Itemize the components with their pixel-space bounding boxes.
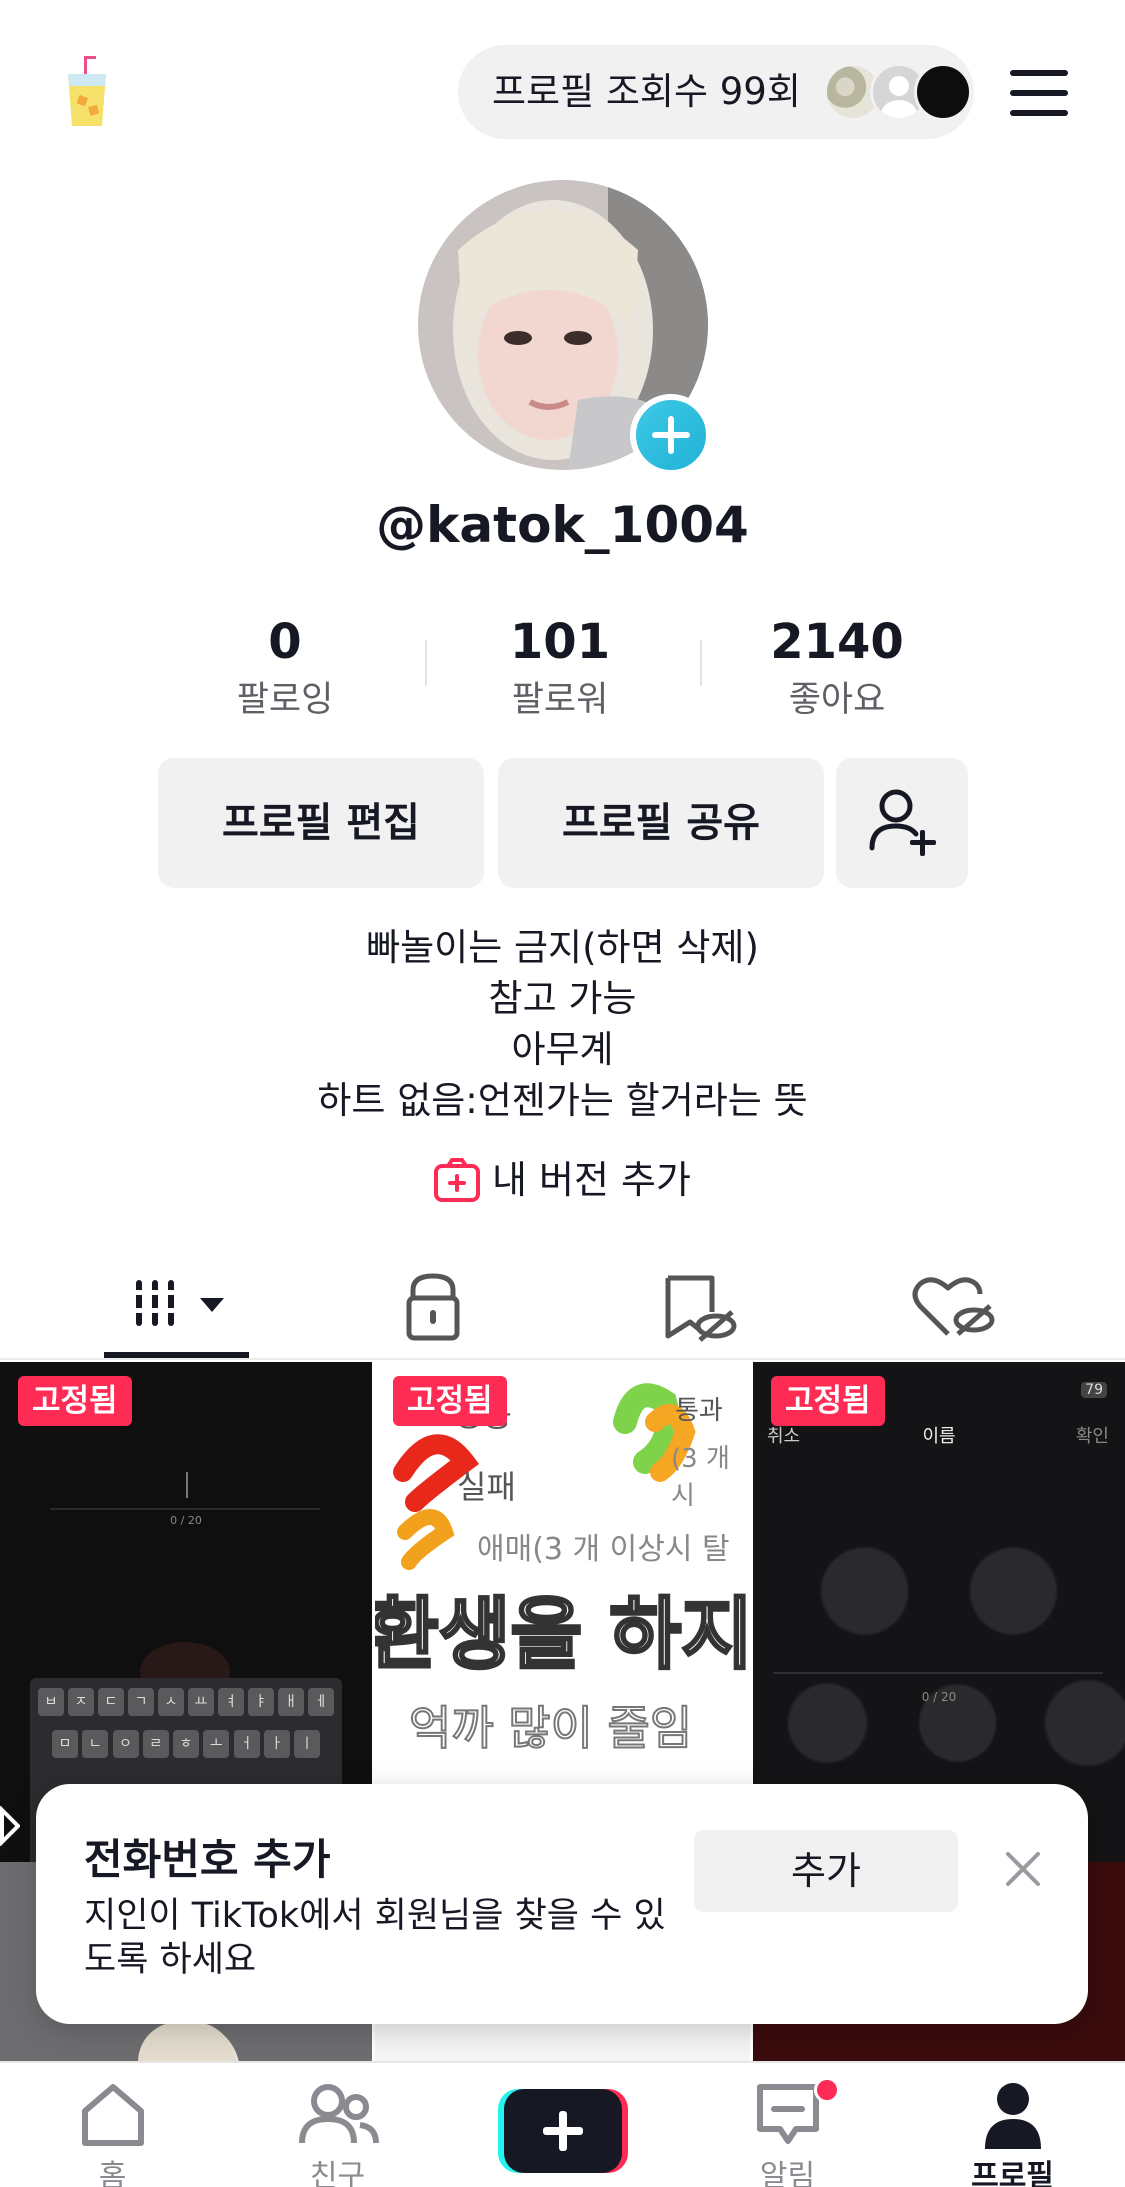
profile-tabs [0,1250,1125,1360]
nav-label: 홈 [98,2159,127,2187]
pinned-badge: 고정됨 [771,1376,885,1426]
keyboard-key: ㅑ [248,1688,274,1716]
viewer-avatar [914,63,972,121]
keyboard-key: ㅅ [158,1688,184,1716]
tab-active-indicator [104,1352,249,1358]
profile-views-text: 프로필 조회수 99회 [492,70,801,113]
nav-profile[interactable]: 프로필 [900,2063,1125,2187]
stat-divider [425,640,427,686]
char-counter: 0 / 20 [921,1690,957,1704]
char-counter: 0 / 20 [170,1514,202,1527]
add-friend-button[interactable] [836,758,968,888]
keyboard-key: ㅏ [263,1730,290,1758]
popup-description: 지인이 TikTok에서 회원님을 찾을 수 있도록 하세요 [84,1896,666,1980]
profile-icon [984,2083,1041,2149]
keyboard-key: ㄴ [82,1730,109,1758]
keyboard-key: ㄱ [128,1688,154,1716]
nav-label: 친구 [309,2159,366,2187]
keyboard-key: ㅈ [68,1688,94,1716]
keyboard-key: ㅔ [308,1688,334,1716]
stat-following[interactable]: 0 팔로잉 [175,610,395,726]
tab-videos[interactable] [36,1250,317,1360]
keyboard-key: ㅁ [52,1730,78,1758]
pinned-badge: 고정됨 [18,1376,132,1426]
add-avatar-button[interactable] [630,394,712,476]
keyboard-key: ㅕ [218,1688,244,1716]
popup-add-button[interactable]: 추가 [694,1830,958,1912]
bio: 빠놀이는 금지(하면 삭제) 참고 가능 아무계 하트 없음:언젠가는 할거라는… [0,922,1125,1126]
videos-grid-icon [132,1280,224,1326]
stat-label: 팔로잉 [236,680,334,720]
tab-saved[interactable] [550,1250,831,1360]
create-button[interactable] [498,2089,628,2173]
notification-badge [814,2077,840,2103]
keyboard-key: ㅗ [203,1730,230,1758]
stat-value: 2140 [770,614,904,670]
stat-label: 좋아요 [788,680,886,720]
stat-divider [700,640,702,686]
stat-value: 0 [268,614,302,670]
add-phone-popup: 전화번호 추가 지인이 TikTok에서 회원님을 찾을 수 있도록 하세요 추… [36,1784,1088,2024]
username: @katok_1004 [376,496,749,554]
keyboard-key: ㅂ [38,1688,64,1716]
bio-line: 아무계 [511,1028,614,1071]
nav-friends[interactable]: 친구 [225,2063,450,2187]
inbox-icon [756,2084,819,2144]
stat-label: 팔로워 [511,680,609,720]
add-video-icon [434,1158,480,1202]
nav-home[interactable]: 홈 [0,2063,225,2187]
keyboard-key: ㅓ [233,1730,260,1758]
bio-line: 하트 없음:언젠가는 할거라는 뜻 [317,1079,808,1122]
menu-icon[interactable] [1010,68,1072,118]
thumb-text: 애매(3 개 이상시 탈 [477,1532,730,1567]
app-logo-icon [62,56,112,128]
bottom-nav: 홈 친구 알림 프로필 [0,2061,1125,2187]
thumb-text: 확인 [1075,1426,1109,1447]
keyboard-key: ㅐ [278,1688,304,1716]
share-profile-button[interactable]: 프로필 공유 [498,758,824,888]
tab-liked[interactable] [808,1250,1089,1360]
keyboard-key: ㅛ [188,1688,214,1716]
battery-status: 79 [1081,1382,1107,1398]
thumb-text: 억까 많이 줄임 [408,1700,693,1756]
friends-icon [298,2084,379,2144]
add-user-icon [869,789,936,856]
play-icon [0,1805,21,1847]
nav-label: 프로필 [971,2159,1054,2187]
keyboard-key: ㅣ [294,1730,320,1758]
stat-value: 101 [509,614,611,670]
lock-icon [406,1273,460,1341]
thumb-text: 통과 [675,1396,723,1426]
thumb-text: (3 개시 [671,1444,730,1511]
profile-views-pill[interactable]: 프로필 조회수 99회 [458,45,974,139]
thumb-text: 실패 [457,1468,516,1506]
popup-title: 전화번호 추가 [84,1835,331,1884]
thumb-text: 환생을 하지 [375,1589,750,1682]
close-icon[interactable] [998,1844,1048,1894]
nav-inbox[interactable]: 알림 [675,2063,900,2187]
keyboard-key: ㄹ [142,1730,169,1758]
saved-hidden-icon [665,1275,737,1342]
keyboard-key: ㅇ [112,1730,139,1758]
bio-line: 참고 가능 [488,977,637,1020]
liked-hidden-icon [912,1277,995,1336]
pinned-badge: 고정됨 [393,1376,507,1426]
home-icon [81,2084,144,2146]
keyboard-key: ㄷ [98,1688,124,1716]
bio-line: 빠놀이는 금지(하면 삭제) [366,926,759,969]
tab-private[interactable] [293,1250,574,1360]
create-icon [498,2089,628,2173]
stat-followers[interactable]: 101 팔로워 [450,610,670,726]
keyboard-key: ㅎ [173,1730,199,1758]
add-version-label: 내 버전 추가 [492,1158,691,1202]
stat-likes[interactable]: 2140 좋아요 [727,610,947,726]
edit-profile-button[interactable]: 프로필 편집 [158,758,484,888]
nav-label: 알림 [759,2159,816,2187]
